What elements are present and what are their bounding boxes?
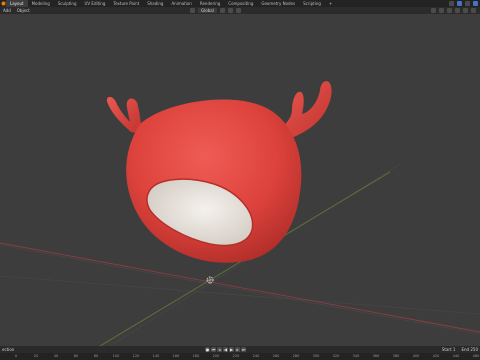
- play-reverse-icon[interactable]: ◀: [223, 347, 228, 352]
- ruler-tick: 360: [372, 354, 380, 358]
- ruler-tick: 60: [73, 354, 79, 358]
- overlay-icon[interactable]: [447, 8, 452, 13]
- jump-end-icon[interactable]: ⏭: [241, 347, 246, 352]
- menu-add[interactable]: Add: [0, 7, 14, 14]
- render-layer-icon[interactable]: [465, 1, 470, 6]
- tab-geometry-nodes[interactable]: Geometry Nodes: [257, 0, 299, 7]
- ruler-tick: 100: [112, 354, 120, 358]
- proportional-edit-icon[interactable]: [235, 8, 241, 13]
- material-shading-icon[interactable]: [471, 8, 476, 13]
- record-icon[interactable]: ●: [205, 347, 210, 352]
- ruler-tick: 200: [212, 354, 220, 358]
- ruler-tick: 40: [53, 354, 59, 358]
- timeline-panel: ection ● ⏮ ◂ ◀ ▶ ▸ ⏭ Start 1 End 250 0 20…: [0, 346, 480, 360]
- solid-shading-icon[interactable]: [463, 8, 468, 13]
- tab-layout[interactable]: Layout: [6, 0, 28, 7]
- ruler-tick: 420: [432, 354, 440, 358]
- ruler-tick: 20: [33, 354, 39, 358]
- snap-icon[interactable]: [227, 8, 233, 13]
- ruler-tick: 140: [152, 354, 160, 358]
- ruler-tick: 160: [172, 354, 180, 358]
- ruler-tick: 400: [412, 354, 420, 358]
- ruler-tick: 260: [272, 354, 280, 358]
- 3d-viewport[interactable]: [0, 14, 480, 347]
- ruler-tick: 120: [132, 354, 140, 358]
- ruler-tick: 0: [14, 354, 18, 358]
- xray-icon[interactable]: [455, 8, 460, 13]
- pivot-icon[interactable]: [219, 8, 225, 13]
- timeline-label[interactable]: ection: [2, 346, 14, 353]
- end-frame-field[interactable]: End 250: [461, 346, 478, 353]
- scene-icon[interactable]: [457, 1, 462, 6]
- tab-sculpting[interactable]: Sculpting: [54, 0, 81, 7]
- left-horn[interactable]: [106, 96, 142, 134]
- prev-keyframe-icon[interactable]: ◂: [217, 347, 222, 352]
- pin-icon[interactable]: [449, 1, 454, 6]
- ruler-tick: 220: [232, 354, 240, 358]
- timeline-ruler[interactable]: 0 20 40 60 80 100 120 140 160 180 200 220 240 260 280 3…: [0, 353, 480, 360]
- ruler-tick: 380: [392, 354, 400, 358]
- viewport-header: Add Object Global: [0, 7, 480, 14]
- tab-compositing[interactable]: Compositing: [224, 0, 257, 7]
- add-workspace-button[interactable]: +: [325, 0, 336, 7]
- start-frame-field[interactable]: Start 1: [442, 346, 456, 353]
- visibility-icon[interactable]: [431, 8, 436, 13]
- view-layer-icon[interactable]: [473, 1, 478, 6]
- ruler-tick: 80: [93, 354, 99, 358]
- play-icon[interactable]: ▶: [229, 347, 234, 352]
- ruler-tick: 320: [332, 354, 340, 358]
- tab-rendering[interactable]: Rendering: [196, 0, 224, 7]
- tab-modeling[interactable]: Modeling: [28, 0, 54, 7]
- tab-uv-editing[interactable]: UV Editing: [81, 0, 110, 7]
- gizmo-icon[interactable]: [439, 8, 444, 13]
- tab-scripting[interactable]: Scripting: [299, 0, 325, 7]
- tab-shading[interactable]: Shading: [143, 0, 167, 7]
- transform-orientation-dropdown[interactable]: Global: [198, 8, 217, 13]
- ruler-tick: 240: [252, 354, 260, 358]
- ruler-tick: 280: [292, 354, 300, 358]
- menu-object[interactable]: Object: [14, 7, 33, 14]
- ruler-tick: 180: [192, 354, 200, 358]
- ruler-tick: 460: [472, 354, 480, 358]
- next-keyframe-icon[interactable]: ▸: [235, 347, 240, 352]
- tab-texture-paint[interactable]: Texture Paint: [109, 0, 143, 7]
- viewport-canvas[interactable]: [0, 14, 480, 347]
- ruler-tick: 340: [352, 354, 360, 358]
- jump-start-icon[interactable]: ⏮: [211, 347, 216, 352]
- workspace-bar: Layout Modeling Sculpting UV Editing Tex…: [0, 0, 480, 7]
- ruler-tick: 300: [312, 354, 320, 358]
- orientation-icon: [190, 8, 195, 13]
- tab-animation[interactable]: Animation: [167, 0, 195, 7]
- ruler-tick: 440: [452, 354, 460, 358]
